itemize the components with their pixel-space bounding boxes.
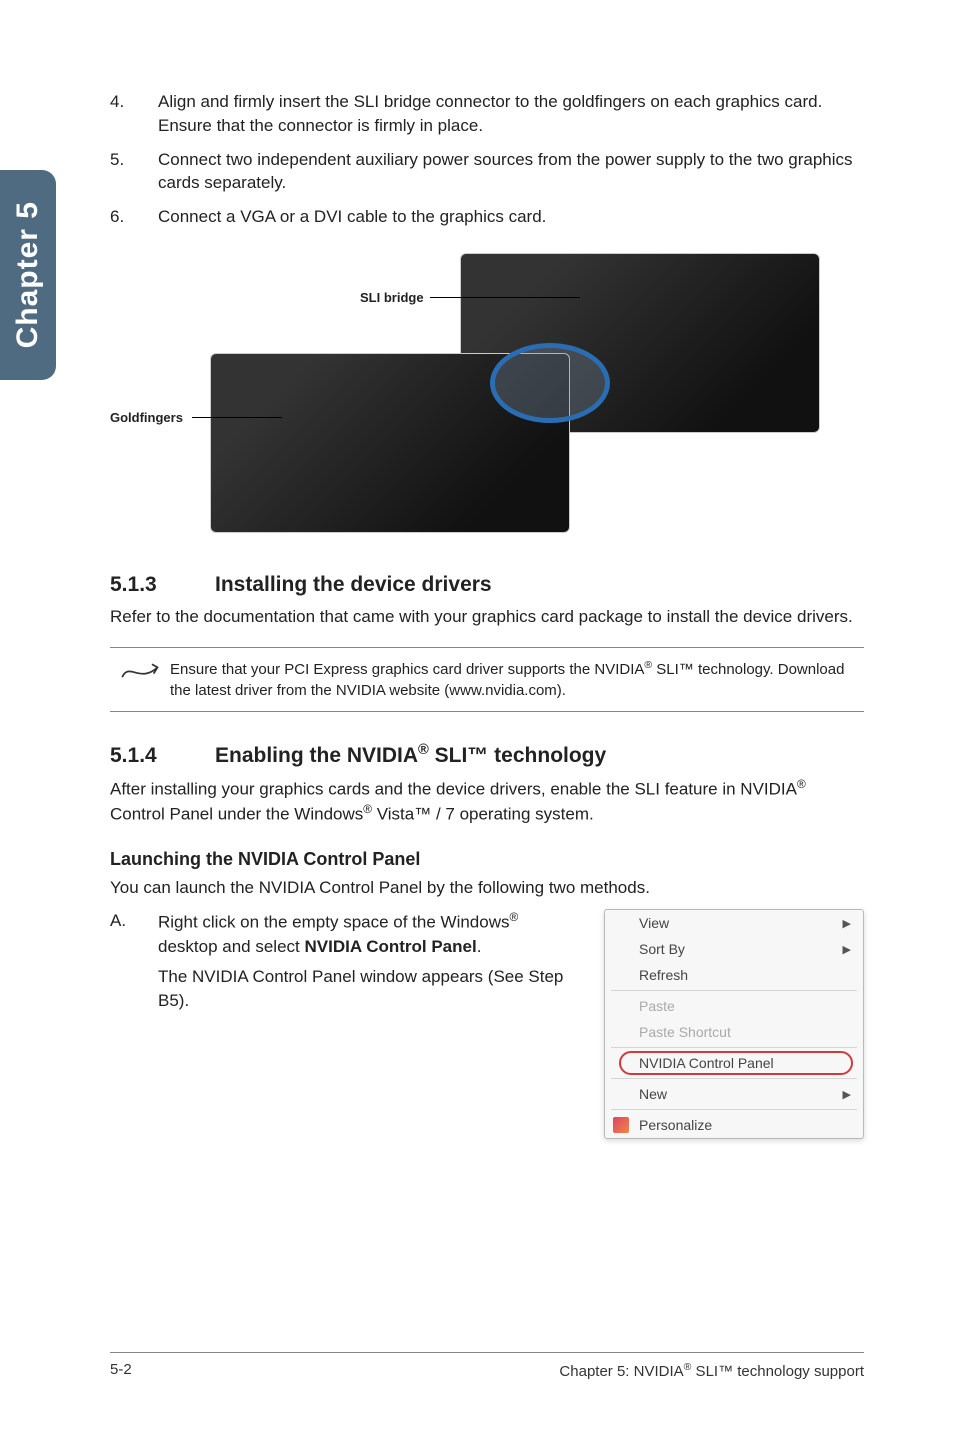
- chevron-right-icon: ▶: [843, 917, 851, 930]
- page-footer: 5-2 Chapter 5: NVIDIA® SLI™ technology s…: [110, 1352, 864, 1380]
- launching-heading: Launching the NVIDIA Control Panel: [110, 849, 864, 870]
- sli-bridge-figure: SLI bridge Goldfingers: [110, 243, 860, 543]
- launch-method-list: A. Right click on the empty space of the…: [110, 909, 576, 1018]
- chapter-side-tab: Chapter 5: [0, 170, 56, 380]
- menu-separator: [611, 1047, 857, 1048]
- context-menu-personalize[interactable]: Personalize: [605, 1112, 863, 1138]
- section-5-1-4-para: After installing your graphics cards and…: [110, 776, 864, 827]
- section-5-1-3-para: Refer to the documentation that came wit…: [110, 605, 864, 629]
- menu-separator: [611, 1078, 857, 1079]
- page-number: 5-2: [110, 1361, 132, 1380]
- menu-separator: [611, 990, 857, 991]
- step-6: 6. Connect a VGA or a DVI cable to the g…: [110, 205, 864, 229]
- personalize-icon: [613, 1117, 629, 1133]
- context-menu-sort-by[interactable]: Sort By ▶: [605, 936, 863, 962]
- step-number: 4.: [110, 90, 158, 138]
- step-text: Connect a VGA or a DVI cable to the grap…: [158, 205, 864, 229]
- step-text: Connect two independent auxiliary power …: [158, 148, 864, 196]
- context-menu-new[interactable]: New ▶: [605, 1081, 863, 1107]
- chevron-right-icon: ▶: [843, 1088, 851, 1101]
- launch-method-a: A. Right click on the empty space of the…: [110, 909, 576, 1018]
- note-icon: [110, 658, 170, 688]
- leader-line: [430, 297, 580, 298]
- step-4: 4. Align and firmly insert the SLI bridg…: [110, 90, 864, 138]
- goldfingers-label: Goldfingers: [110, 410, 183, 425]
- sli-bridge-label: SLI bridge: [360, 290, 424, 305]
- section-number: 5.1.4: [110, 744, 215, 768]
- section-title: Installing the device drivers: [215, 573, 492, 596]
- launch-a-line1: Right click on the empty space of the Wi…: [158, 909, 576, 958]
- step-5: 5. Connect two independent auxiliary pow…: [110, 148, 864, 196]
- step-text: Align and firmly insert the SLI bridge c…: [158, 90, 864, 138]
- step-number: 6.: [110, 205, 158, 229]
- note-box: Ensure that your PCI Express graphics ca…: [110, 647, 864, 712]
- section-number: 5.1.3: [110, 573, 215, 597]
- context-menu-nvidia-control-panel[interactable]: NVIDIA Control Panel: [605, 1050, 863, 1076]
- chevron-right-icon: ▶: [843, 943, 851, 956]
- menu-separator: [611, 1109, 857, 1110]
- list-letter: A.: [110, 909, 158, 1018]
- install-steps-list: 4. Align and firmly insert the SLI bridg…: [110, 90, 864, 229]
- section-5-1-4-heading: 5.1.4Enabling the NVIDIA® SLI™ technolog…: [110, 742, 864, 768]
- section-title: Enabling the NVIDIA® SLI™ technology: [215, 744, 606, 767]
- context-menu-refresh[interactable]: Refresh: [605, 962, 863, 988]
- desktop-context-menu: View ▶ Sort By ▶ Refresh Paste Paste Sho…: [604, 909, 864, 1139]
- step-number: 5.: [110, 148, 158, 196]
- context-menu-view[interactable]: View ▶: [605, 910, 863, 936]
- leader-line: [192, 417, 282, 418]
- launch-a-line2: The NVIDIA Control Panel window appears …: [158, 965, 576, 1013]
- callout-circle: [490, 343, 610, 423]
- context-menu-paste-shortcut: Paste Shortcut: [605, 1019, 863, 1045]
- chapter-side-tab-label: Chapter 5: [11, 201, 45, 348]
- chapter-title-footer: Chapter 5: NVIDIA® SLI™ technology suppo…: [559, 1361, 864, 1380]
- context-menu-paste: Paste: [605, 993, 863, 1019]
- section-5-1-3-heading: 5.1.3Installing the device drivers: [110, 573, 864, 597]
- launching-intro: You can launch the NVIDIA Control Panel …: [110, 876, 864, 900]
- note-text: Ensure that your PCI Express graphics ca…: [170, 658, 864, 701]
